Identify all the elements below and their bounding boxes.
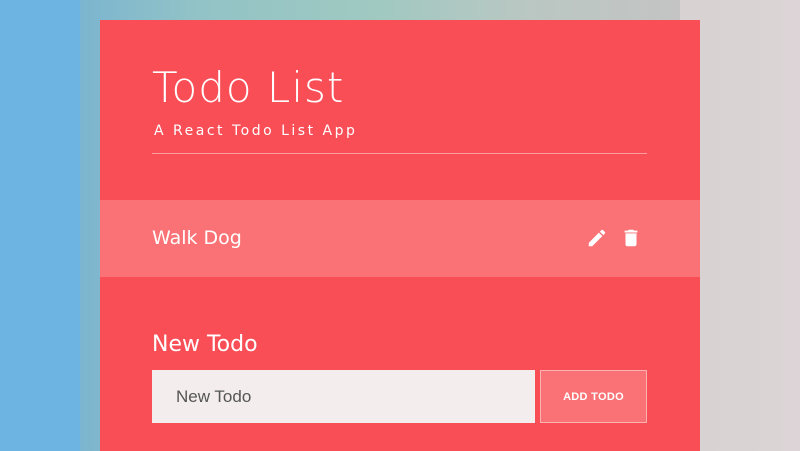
pencil-icon <box>588 229 606 247</box>
list-item: Walk Dog <box>100 200 700 277</box>
todo-text: Walk Dog <box>152 227 242 249</box>
new-todo-input[interactable] <box>152 370 535 423</box>
edit-todo-button[interactable] <box>586 227 608 249</box>
todo-app-card: Todo List A React Todo List App Walk Dog… <box>100 20 700 451</box>
new-todo-label: New Todo <box>152 332 258 357</box>
delete-todo-button[interactable] <box>620 227 642 249</box>
page-subtitle: A React Todo List App <box>154 123 358 139</box>
todo-list: Walk Dog <box>100 200 700 277</box>
page-title: Todo List <box>152 63 345 112</box>
add-todo-button[interactable]: ADD TODO <box>540 370 647 423</box>
trash-icon <box>624 229 638 247</box>
app-header: Todo List A React Todo List App <box>152 60 647 154</box>
